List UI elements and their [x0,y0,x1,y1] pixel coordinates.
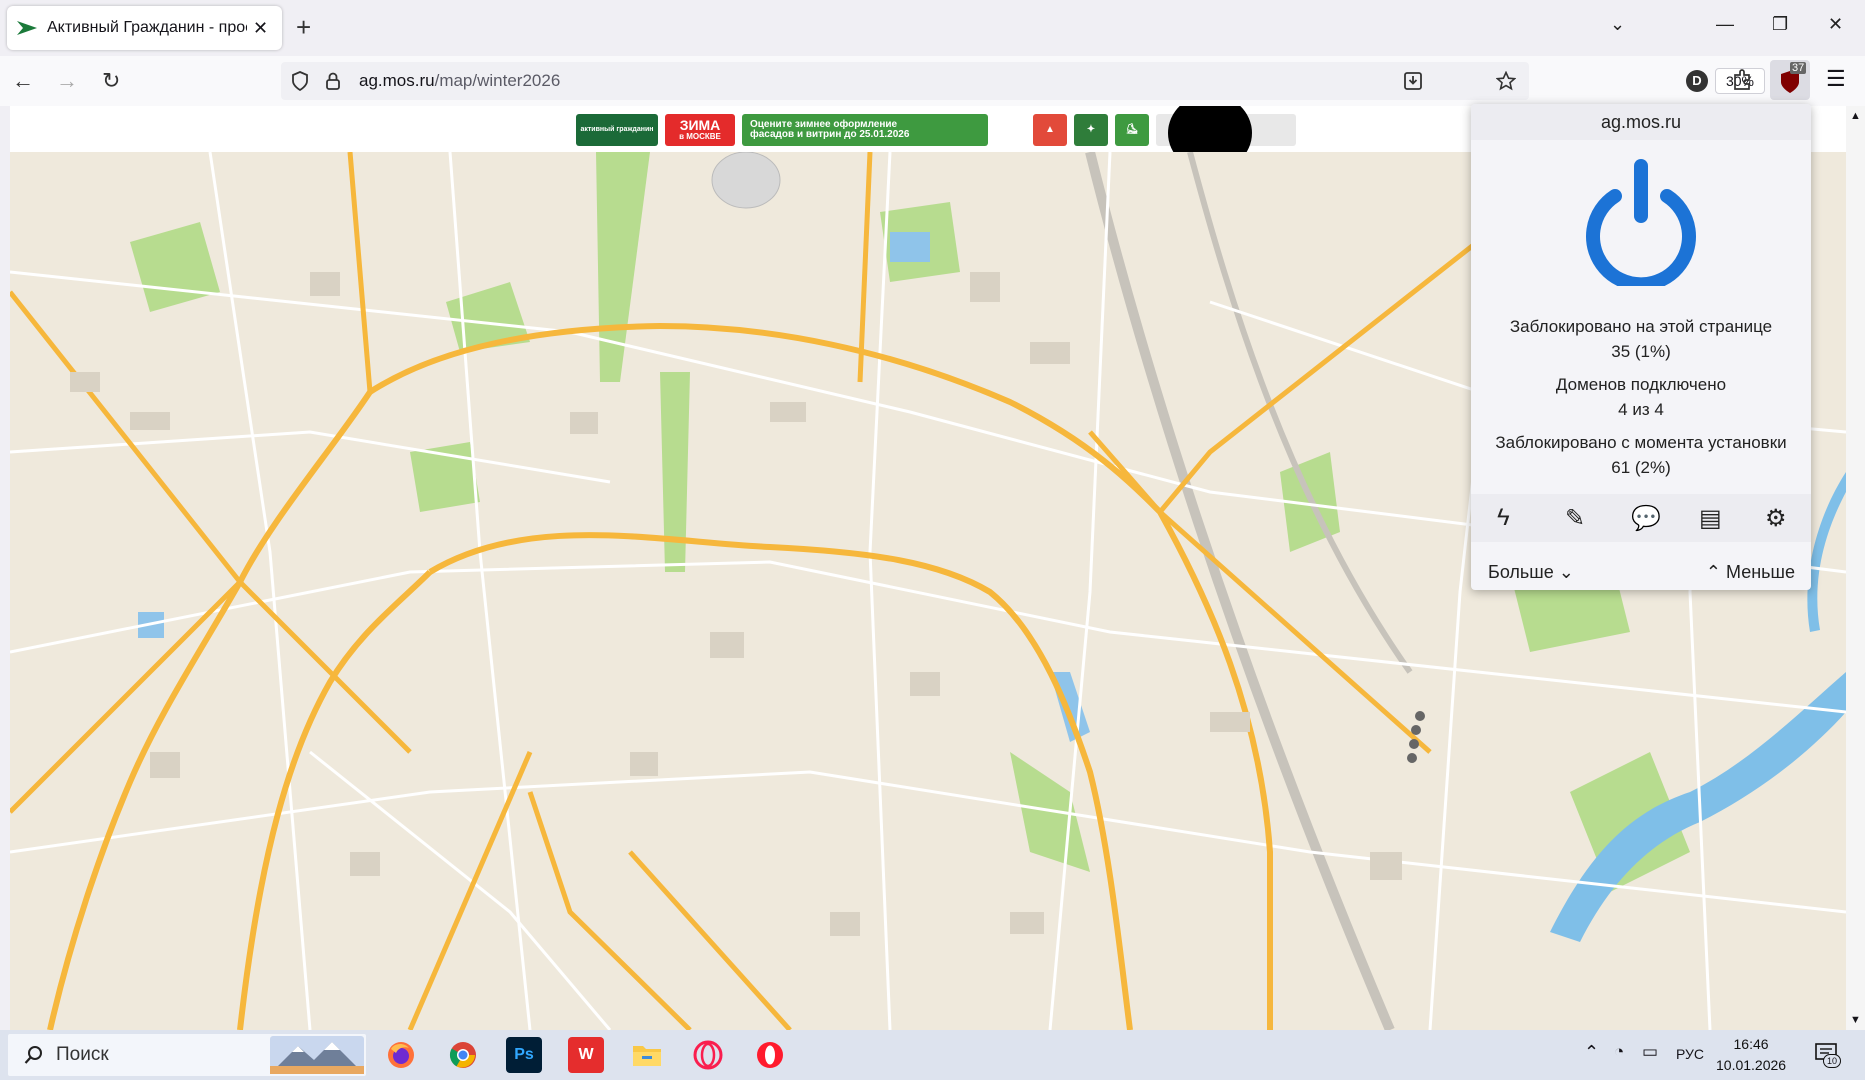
chat-bubble-icon[interactable]: 💬 [1631,504,1661,533]
power-icon[interactable] [1581,156,1701,286]
lightning-icon[interactable]: ϟ [1497,504,1510,532]
tab-title: Активный Гражданин - проект [47,19,247,36]
forward-button[interactable]: → [56,68,78,94]
browser-tab[interactable]: Активный Гражданин - проект ✕ [7,6,282,50]
url-text[interactable]: ag.mos.ru/map/winter2026 [359,71,560,91]
promo-line-2: фасадов и витрин до 25.01.2026 [750,129,910,140]
extensions-puzzle-icon[interactable] [1732,68,1754,92]
wps-office-taskbar-icon[interactable]: W [568,1037,604,1073]
popup-toolbar: ϟ ✎ 💬 ▤ ⚙ [1471,494,1811,542]
chrome-taskbar-icon[interactable] [445,1037,481,1073]
save-to-pocket-icon[interactable] [1403,71,1423,91]
clock-date: 10.01.2026 [1716,1057,1787,1073]
clock-time: 16:46 [1733,1036,1769,1052]
ublock-toolbar-button[interactable]: 37 [1770,60,1810,100]
search-icon [24,1046,42,1064]
map-stadium [711,152,781,209]
notification-count: 10 [1823,1054,1841,1068]
chevron-down-icon: ⌄ [1558,562,1574,582]
domains-label: Доменов подключено [1555,375,1727,394]
windows-taskbar: Поиск Ps W ⌃ ◔ ▭ РУС 16:46 10.01.2026 10 [0,1030,1865,1080]
settings-gears-icon[interactable]: ⚙ [1765,504,1787,533]
popup-stats: Заблокировано на этой странице 35 (1%) Д… [1471,314,1811,480]
tree-icon[interactable]: ▲ [1033,114,1067,146]
bookmark-star-icon[interactable] [1496,71,1516,91]
zima-banner[interactable]: ЗИМА в МОСКВЕ [665,114,735,146]
less-button[interactable]: ⌃ Меньше [1706,562,1795,583]
url-bar[interactable]: ag.mos.ru/map/winter2026 30% [281,62,1765,100]
close-window-button[interactable]: ✕ [1828,14,1843,35]
chevron-up-icon: ⌃ [1705,562,1721,582]
mountain-widget-icon[interactable] [270,1036,364,1074]
blocked-total-label: Заблокировано с момента установки [1495,433,1787,452]
battery-icon[interactable]: ▭ [1642,1042,1658,1062]
scroll-down-icon[interactable]: ▼ [1850,1014,1861,1026]
ag-favicon-icon [17,21,37,35]
blocked-page-value: 35 (1%) [1611,342,1671,361]
logger-list-icon[interactable]: ▤ [1699,504,1722,533]
zima-subtitle: в МОСКВЕ [679,132,721,142]
map-pond [890,232,930,262]
domains-value: 4 из 4 [1618,400,1664,419]
back-button[interactable]: ← [12,68,34,94]
taskbar-search[interactable]: Поиск [8,1034,366,1076]
language-indicator[interactable]: РУС [1676,1046,1704,1062]
search-placeholder: Поиск [56,1044,109,1065]
notification-center-icon[interactable]: 10 [1815,1042,1841,1069]
tab-close-icon[interactable]: ✕ [253,18,268,39]
ag-logo-banner[interactable]: активный гражданин [576,114,658,146]
taskbar-clock[interactable]: 16:46 10.01.2026 [1716,1034,1786,1076]
page-scrollbar[interactable]: ▲ ▼ [1846,106,1865,1030]
ublock-popup: ag.mos.ru Заблокировано на этой странице… [1471,104,1811,590]
scroll-up-icon[interactable]: ▲ [1850,110,1861,122]
restore-button[interactable]: ❐ [1772,14,1788,35]
firefox-taskbar-icon[interactable] [383,1037,419,1073]
reload-button[interactable]: ↻ [102,68,120,94]
star-ornament-icon[interactable]: ✦ [1074,114,1108,146]
eyedropper-icon[interactable]: ✎ [1565,504,1585,533]
tab-strip: Активный Гражданин - проект ✕ + ⌄ — ❐ ✕ [0,0,1865,56]
menu-icon[interactable]: ☰ [1826,66,1846,92]
wifi-icon[interactable]: ◔ [1614,1042,1624,1062]
lock-icon[interactable] [325,71,341,91]
blocked-page-label: Заблокировано на этой странице [1509,317,1773,336]
ag-logo-label: активный гражданин [580,126,654,134]
promo-banner[interactable]: Оцените зимнее оформление фасадов и витр… [742,114,988,146]
popup-domain: ag.mos.ru [1471,104,1811,140]
file-explorer-taskbar-icon[interactable] [629,1037,665,1073]
navigation-bar: ← → ↻ ag.mos.ru/map/winter2026 30% D 37 … [0,56,1865,106]
profile-avatar[interactable]: D [1686,70,1708,92]
opera-taskbar-icon[interactable] [752,1037,788,1073]
more-button[interactable]: Больше ⌄ [1488,562,1574,583]
blocked-total-value: 61 (2%) [1611,458,1671,477]
opera-gx-taskbar-icon[interactable] [690,1037,726,1073]
tray-chevron-icon[interactable]: ⌃ [1584,1042,1599,1063]
new-tab-button[interactable]: + [296,12,311,43]
minimize-button[interactable]: — [1716,14,1734,35]
shield-icon[interactable] [291,71,309,91]
tab-list-icon[interactable]: ⌄ [1610,14,1625,35]
map-park [410,442,480,512]
ublock-badge: 37 [1790,62,1807,74]
sleigh-icon[interactable]: ⛸ [1115,114,1149,146]
photoshop-taskbar-icon[interactable]: Ps [506,1037,542,1073]
zima-title: ЗИМА [679,117,721,134]
